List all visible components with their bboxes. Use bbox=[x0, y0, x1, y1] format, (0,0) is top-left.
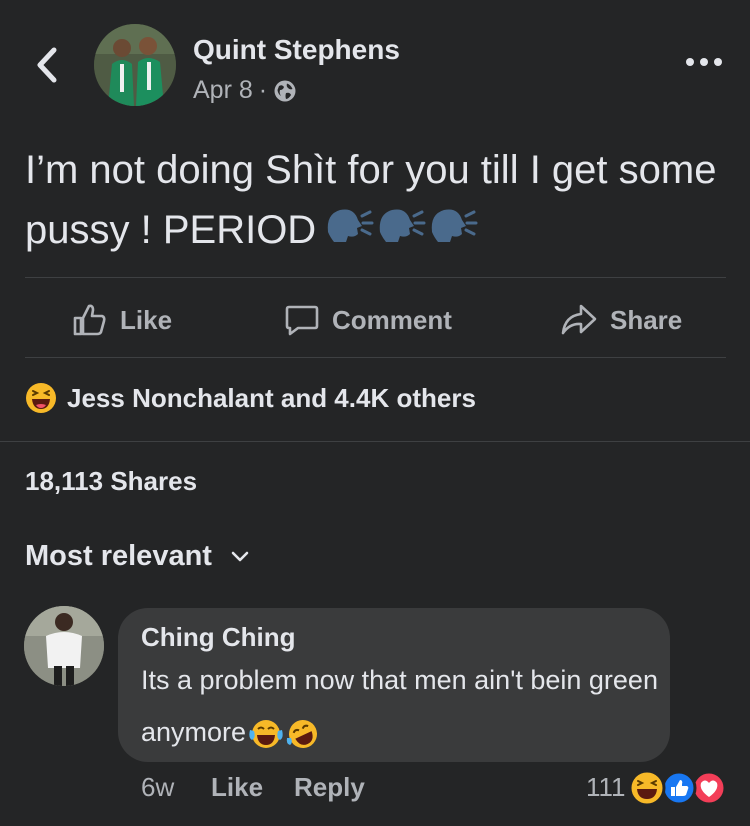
thumbs-up-icon bbox=[73, 304, 106, 336]
post-meta: Apr 8 · bbox=[193, 76, 297, 105]
share-arrow-icon bbox=[561, 304, 597, 335]
divider bbox=[25, 357, 726, 358]
comment-button[interactable]: Comment bbox=[284, 300, 452, 340]
haha-reaction-icon bbox=[628, 769, 666, 807]
comment-reply-button[interactable]: Reply bbox=[294, 772, 365, 803]
comment-text-content: Its a problem now that men ain't bein gr… bbox=[141, 665, 658, 747]
like-label: Like bbox=[120, 304, 173, 335]
post-text: I’m not doing Shìt for you till I get so… bbox=[25, 140, 725, 263]
reactions-summary[interactable]: Jess Nonchalant and 4.4K others bbox=[25, 382, 476, 414]
back-arrow-icon[interactable] bbox=[28, 40, 68, 90]
shares-count[interactable]: 18,113 Shares bbox=[25, 466, 197, 497]
comment-label: Comment bbox=[332, 304, 452, 335]
reactions-summary-text: Jess Nonchalant and 4.4K others bbox=[67, 382, 476, 413]
meta-separator: · bbox=[258, 76, 268, 104]
globe-icon bbox=[274, 80, 296, 101]
like-reaction-icon bbox=[661, 770, 697, 806]
author-name[interactable]: Quint Stephens bbox=[193, 34, 400, 66]
sort-label: Most relevant bbox=[25, 540, 212, 572]
rolling-on-floor-laughing-icon bbox=[286, 719, 318, 748]
commenter-name[interactable]: Ching Ching bbox=[141, 622, 296, 653]
haha-reaction-icon bbox=[26, 383, 56, 413]
speaking-head-emojis bbox=[324, 202, 482, 263]
share-button[interactable]: Share bbox=[560, 300, 682, 340]
share-label: Share bbox=[610, 304, 683, 335]
face-with-tears-of-joy-icon bbox=[249, 719, 283, 748]
love-reaction-icon bbox=[691, 770, 727, 806]
comment-bubble-icon bbox=[285, 305, 319, 336]
author-avatar[interactable] bbox=[94, 24, 176, 106]
divider bbox=[25, 277, 726, 278]
divider bbox=[0, 441, 750, 442]
commenter-avatar[interactable] bbox=[24, 606, 104, 686]
comment-reaction-count[interactable]: 111 bbox=[586, 772, 626, 803]
post-date[interactable]: Apr 8 bbox=[193, 76, 253, 105]
comment-time[interactable]: 6w bbox=[141, 772, 174, 803]
comment-text: Its a problem now that men ain't bein gr… bbox=[141, 654, 661, 758]
chevron-down-icon bbox=[231, 551, 249, 561]
more-options-icon[interactable] bbox=[684, 52, 724, 72]
speaking-head-icon bbox=[327, 209, 478, 242]
comment-like-button[interactable]: Like bbox=[211, 772, 263, 803]
sort-dropdown[interactable]: Most relevant bbox=[25, 540, 250, 573]
like-button[interactable]: Like bbox=[72, 300, 172, 340]
comment-reactions-stack[interactable] bbox=[627, 768, 727, 808]
